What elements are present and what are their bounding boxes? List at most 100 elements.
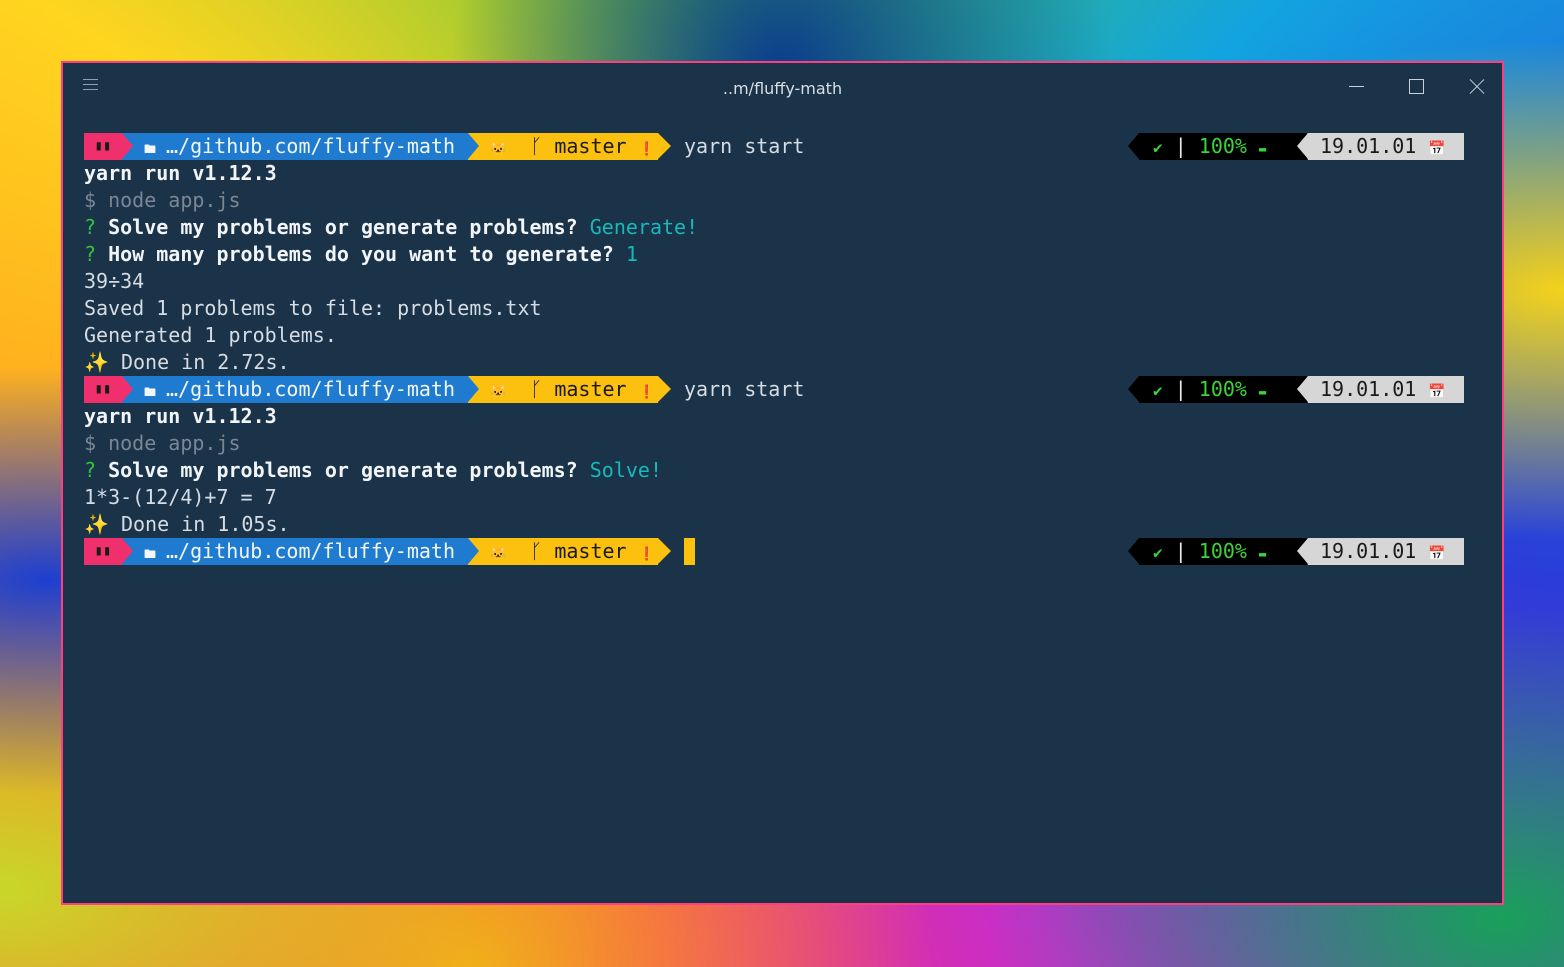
output-line: 1*3-(12/4)+7 = 7 xyxy=(84,485,277,509)
path-text: …/github.com/fluffy-math xyxy=(166,377,455,401)
answer-text: Generate! xyxy=(589,215,699,239)
path-segment: 🖿 …/github.com/fluffy-math xyxy=(122,376,468,403)
segment-separator xyxy=(1128,376,1139,402)
maximize-icon xyxy=(1409,79,1424,94)
text-cursor[interactable] xyxy=(684,538,695,565)
folder-icon: 🖿 xyxy=(144,142,157,156)
segment-separator xyxy=(122,538,133,564)
question-text: Solve my problems or generate problems? xyxy=(108,458,578,482)
output-line: $ node app.js xyxy=(84,188,241,212)
segment-separator xyxy=(658,538,671,564)
output-line: yarn run v1.12.3 xyxy=(84,404,277,428)
battery-icon: ▬ xyxy=(1259,547,1267,561)
shell-prompt: ▮▮ 🖿 …/github.com/fluffy-math 🐱 ᚴ master … xyxy=(84,133,1502,160)
segment-separator xyxy=(1297,133,1308,159)
path-text: …/github.com/fluffy-math xyxy=(166,539,455,563)
status-segment: ✔ | 100% ▬ xyxy=(1139,133,1307,160)
question-line: ? Solve my problems or generate problems… xyxy=(84,214,698,241)
date-segment: 19.01.01 📅 xyxy=(1308,538,1464,565)
window-title: ..m/fluffy-math xyxy=(722,79,843,98)
battery-level: 100% xyxy=(1198,134,1247,158)
folder-icon: 🖿 xyxy=(144,547,157,561)
sparkles-icon: ✨ xyxy=(84,350,109,374)
path-segment: 🖿 …/github.com/fluffy-math xyxy=(122,133,468,160)
exclamation-circle-icon: ❗ xyxy=(638,547,655,562)
title-bar: ..m/fluffy-math xyxy=(63,63,1502,111)
output-line: Saved 1 problems to file: problems.txt xyxy=(84,296,542,320)
path-text: …/github.com/fluffy-math xyxy=(166,134,455,158)
done-text: Done in 2.72s. xyxy=(120,350,290,374)
terminal-icon: ▮▮ xyxy=(84,376,122,403)
answer-text: Solve! xyxy=(589,458,662,482)
battery-level: 100% xyxy=(1198,539,1247,563)
output-line: yarn run v1.12.3 xyxy=(84,161,277,185)
git-branch-icon: ᚴ xyxy=(530,377,543,401)
date-text: 19.01.01 xyxy=(1320,539,1417,563)
segment-separator xyxy=(1128,538,1139,564)
question-mark: ? xyxy=(84,242,97,266)
date-text: 19.01.01 xyxy=(1320,134,1417,158)
status-separator: | xyxy=(1174,134,1187,158)
calendar-icon: 📅 xyxy=(1428,141,1446,157)
command-text: yarn start xyxy=(684,377,805,401)
calendar-icon: 📅 xyxy=(1428,384,1446,400)
exclamation-circle-icon: ❗ xyxy=(638,385,655,400)
done-line: ✨ Done in 2.72s. xyxy=(84,349,290,376)
sparkles-icon: ✨ xyxy=(84,512,109,536)
question-line: ? How many problems do you want to gener… xyxy=(84,241,638,268)
minimize-icon xyxy=(1349,86,1364,87)
check-icon: ✔ xyxy=(1153,138,1163,157)
question-text: Solve my problems or generate problems? xyxy=(108,215,578,239)
date-text: 19.01.01 xyxy=(1320,377,1417,401)
git-segment: 🐱 ᚴ master ❗ xyxy=(468,133,658,160)
github-cat-icon: 🐱 xyxy=(490,547,507,562)
question-line: ? Solve my problems or generate problems… xyxy=(84,457,662,484)
date-segment: 19.01.01 📅 xyxy=(1308,133,1464,160)
segment-separator xyxy=(122,133,133,159)
git-segment: 🐱 ᚴ master ❗ xyxy=(468,538,658,565)
output-line: 39÷34 xyxy=(84,269,145,293)
segment-separator xyxy=(122,376,133,402)
status-separator: | xyxy=(1174,539,1187,563)
segment-separator xyxy=(1297,538,1308,564)
git-branch-icon: ᚴ xyxy=(530,134,543,158)
git-branch-icon: ᚴ xyxy=(530,539,543,563)
calendar-icon: 📅 xyxy=(1428,546,1446,562)
branch-name: master xyxy=(554,377,627,401)
terminal-icon: ▮▮ xyxy=(84,538,122,565)
exclamation-circle-icon: ❗ xyxy=(638,142,655,157)
segment-separator xyxy=(1128,133,1139,159)
github-cat-icon: 🐱 xyxy=(490,385,507,400)
maximize-button[interactable] xyxy=(1393,71,1439,103)
output-line: $ node app.js xyxy=(84,431,241,455)
done-text: Done in 1.05s. xyxy=(120,512,290,536)
status-segment: ✔ | 100% ▬ xyxy=(1139,538,1307,565)
segment-separator xyxy=(658,133,671,159)
question-text: How many problems do you want to generat… xyxy=(108,242,614,266)
branch-name: master xyxy=(554,539,627,563)
battery-level: 100% xyxy=(1198,377,1247,401)
segment-separator xyxy=(658,376,671,402)
question-mark: ? xyxy=(84,458,97,482)
folder-icon: 🖿 xyxy=(144,385,157,399)
output-line: Generated 1 problems. xyxy=(84,323,337,347)
segment-separator xyxy=(468,133,479,159)
done-line: ✨ Done in 1.05s. xyxy=(84,511,290,538)
git-segment: 🐱 ᚴ master ❗ xyxy=(468,376,658,403)
minimize-button[interactable] xyxy=(1333,71,1379,103)
answer-text: 1 xyxy=(625,242,638,266)
close-icon xyxy=(1469,79,1484,94)
segment-separator xyxy=(1297,376,1308,402)
date-segment: 19.01.01 📅 xyxy=(1308,376,1464,403)
github-cat-icon: 🐱 xyxy=(490,142,507,157)
check-icon: ✔ xyxy=(1153,381,1163,400)
battery-icon: ▬ xyxy=(1259,142,1267,156)
path-segment: 🖿 …/github.com/fluffy-math xyxy=(122,538,468,565)
close-button[interactable] xyxy=(1453,71,1499,103)
question-mark: ? xyxy=(84,215,97,239)
segment-separator xyxy=(468,376,479,402)
segment-separator xyxy=(468,538,479,564)
status-separator: | xyxy=(1174,377,1187,401)
command-text: yarn start xyxy=(684,134,805,158)
check-icon: ✔ xyxy=(1153,543,1163,562)
